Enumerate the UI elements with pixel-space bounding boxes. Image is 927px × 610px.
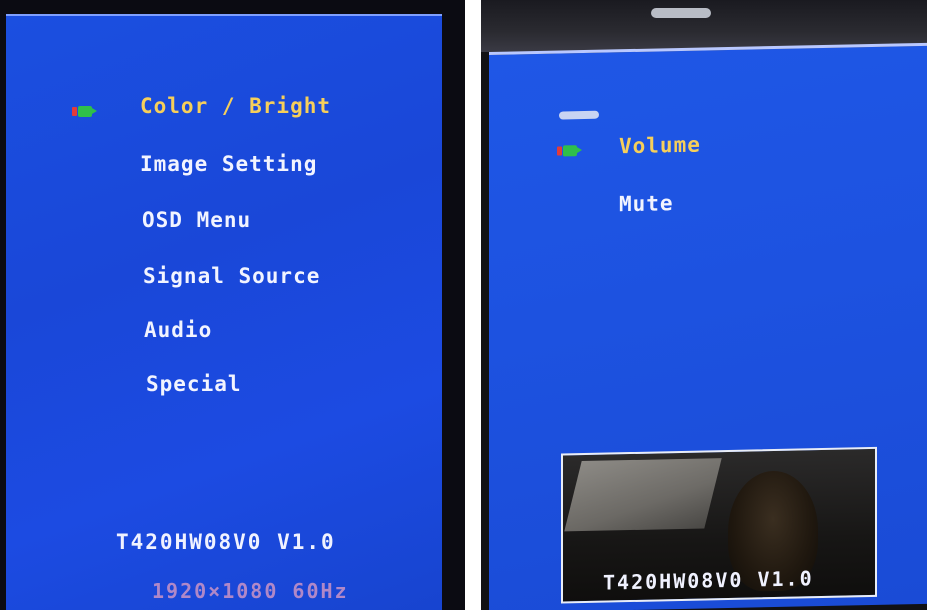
menu-item-volume[interactable]: Volume <box>619 133 701 159</box>
selection-marker-icon <box>557 145 582 157</box>
firmware-version: T420HW08V0 V1.0 <box>603 566 814 595</box>
menu-item-mute[interactable]: Mute <box>619 191 674 216</box>
right-osd-photo: Volume Mute T420HW08V0 V1.0 <box>481 0 927 610</box>
photo-divider <box>465 0 481 610</box>
menu-item-audio[interactable]: Audio <box>144 318 212 342</box>
preview-window: T420HW08V0 V1.0 <box>561 446 877 604</box>
menu-item-image-setting[interactable]: Image Setting <box>140 152 317 176</box>
right-osd-screen: Volume Mute T420HW08V0 V1.0 <box>489 42 927 610</box>
preview-keyboard-image <box>564 458 722 532</box>
left-osd-screen: Color / Bright Image Setting OSD Menu Si… <box>6 14 442 610</box>
firmware-version: T420HW08V0 V1.0 <box>116 530 336 554</box>
menu-item-osd-menu[interactable]: OSD Menu <box>142 208 251 232</box>
left-osd-photo: Color / Bright Image Setting OSD Menu Si… <box>0 0 465 610</box>
selection-marker-icon <box>72 106 97 117</box>
menu-item-special[interactable]: Special <box>146 372 242 396</box>
light-glare <box>559 110 599 120</box>
light-glare <box>651 8 711 18</box>
resolution-readout: 1920×1080 60Hz <box>152 579 349 603</box>
menu-item-color-bright[interactable]: Color / Bright <box>140 94 331 118</box>
menu-item-signal-source[interactable]: Signal Source <box>143 264 320 288</box>
